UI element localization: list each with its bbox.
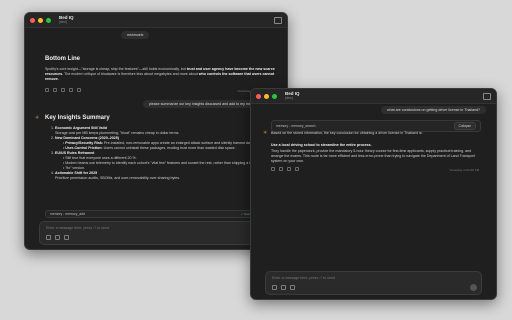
tool-name: memory - memory_search xyxy=(276,124,316,128)
message-actions xyxy=(45,88,81,92)
message-actions xyxy=(271,167,299,171)
minimize-window-button[interactable] xyxy=(38,17,43,23)
answer-intro: Based on the stored information, the key… xyxy=(271,131,423,135)
close-window-button[interactable] xyxy=(256,93,261,99)
composer-tools xyxy=(272,285,295,290)
insights-heading: Key Insights Summary xyxy=(45,115,110,121)
title-bar: Bed IQ (dev) xyxy=(251,89,496,104)
thumbs-up-icon[interactable] xyxy=(279,167,283,171)
retry-icon[interactable] xyxy=(69,88,73,92)
tool-name: memory - memory_add xyxy=(50,212,86,216)
message-composer[interactable]: Enter a message here, press ⏎ to send xyxy=(265,271,482,295)
app-subtitle: (dev) xyxy=(59,20,67,24)
copy-icon[interactable] xyxy=(45,88,49,92)
assistant-avatar-icon: ✳ xyxy=(263,130,268,136)
chat-area: what are conclusions on getting driver l… xyxy=(251,104,496,299)
thumbs-down-icon[interactable] xyxy=(61,88,65,92)
message-timestamp: Yesterday at 09:48 PM xyxy=(449,168,480,172)
bottom-line-text: Spotify's core insight—"storage is cheap… xyxy=(45,67,275,81)
message-input[interactable]: Enter a message here, press ⏎ to send xyxy=(46,226,109,230)
copy-icon[interactable] xyxy=(271,167,275,171)
more-icon[interactable] xyxy=(77,88,81,92)
message-input[interactable]: Enter a message here, press ⏎ to send xyxy=(272,276,335,280)
tool-call-card[interactable]: memory - memory_add ✓ Success Show › xyxy=(45,210,275,218)
settings-icon[interactable] xyxy=(290,285,295,290)
collapse-button[interactable]: Collapse xyxy=(453,122,476,130)
attach-icon[interactable] xyxy=(272,285,277,290)
answer-detail: They handle the paperwork, provide the m… xyxy=(271,149,475,163)
sidebar-toggle-icon[interactable] xyxy=(274,17,282,24)
minimize-window-button[interactable] xyxy=(264,93,269,99)
chat-window-secondary: Bed IQ (dev) what are conclusions on get… xyxy=(250,88,497,300)
tools-icon[interactable] xyxy=(281,285,286,290)
window-controls xyxy=(256,93,277,99)
maximize-window-button[interactable] xyxy=(272,93,277,99)
retry-icon[interactable] xyxy=(295,167,299,171)
attach-icon[interactable] xyxy=(46,235,51,240)
app-subtitle: (dev) xyxy=(285,96,293,100)
composer-tools xyxy=(46,235,69,240)
close-window-button[interactable] xyxy=(30,17,35,23)
settings-icon[interactable] xyxy=(64,235,69,240)
thumbs-up-icon[interactable] xyxy=(53,88,57,92)
bottom-line-heading: Bottom Line xyxy=(45,56,80,62)
window-title: Bed IQ (dev) xyxy=(59,15,74,25)
sidebar-toggle-icon[interactable] xyxy=(483,93,491,100)
message-composer[interactable]: Enter a message here, press ⏎ to send xyxy=(39,221,273,245)
chat-window-main: Bed IQ (dev) mshmuelx Bottom Line Spotif… xyxy=(24,12,288,250)
chat-area: mshmuelx Bottom Line Spotify's core insi… xyxy=(25,28,287,249)
send-button[interactable] xyxy=(470,284,477,291)
window-title: Bed IQ (dev) xyxy=(285,91,300,101)
thumbs-down-icon[interactable] xyxy=(287,167,291,171)
user-message: what are conclusions on getting driver l… xyxy=(381,106,487,114)
user-message: mshmuelx xyxy=(121,31,150,39)
window-controls xyxy=(30,17,51,23)
user-message: please summarize our key insights discus… xyxy=(143,100,265,108)
tools-icon[interactable] xyxy=(55,235,60,240)
answer-highlight: Use a local driving school to streamline… xyxy=(271,143,372,147)
maximize-window-button[interactable] xyxy=(46,17,51,23)
assistant-avatar-icon: ✳ xyxy=(35,115,40,121)
title-bar: Bed IQ (dev) xyxy=(25,13,287,28)
